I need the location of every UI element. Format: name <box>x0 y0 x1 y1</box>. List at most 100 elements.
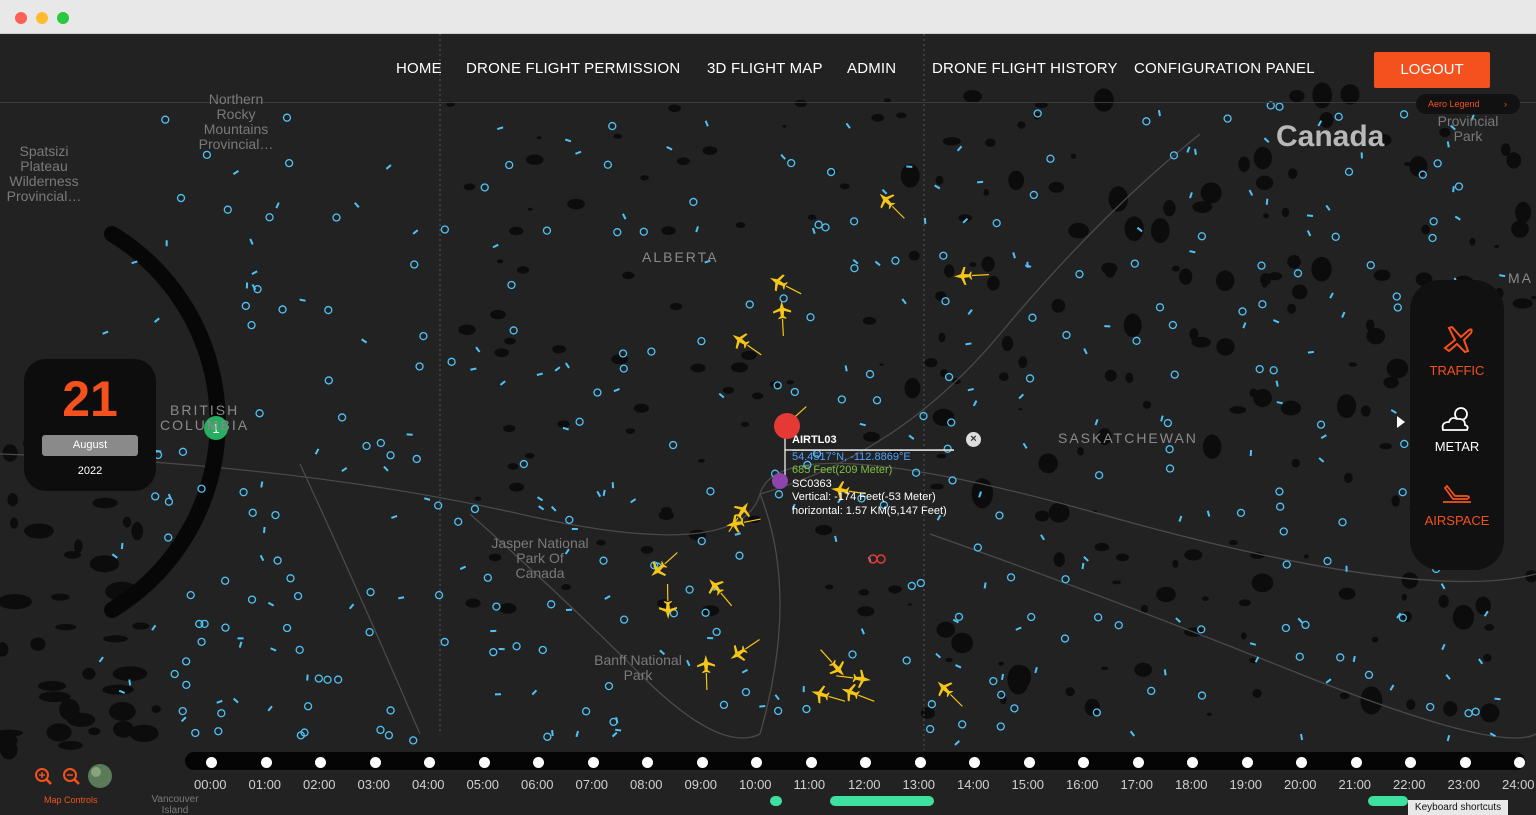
timeline-tick[interactable] <box>1132 757 1144 768</box>
aero-legend-toggle[interactable]: Aero Legend › <box>1416 94 1520 114</box>
region-british: BRITISH <box>170 402 240 418</box>
timeline-hour-label: 05:00 <box>466 777 500 792</box>
timeline-tick[interactable] <box>805 757 817 768</box>
timeline-hour-label: 12:00 <box>848 777 881 792</box>
layer-panel: TRAFFIC METAR AIRSPACE <box>1410 280 1504 570</box>
nav-home[interactable]: HOME <box>396 60 442 77</box>
timeline-hour-label: 17:00 <box>1120 777 1154 792</box>
timeline-tick[interactable] <box>642 757 653 768</box>
place-provincial-park: Provincial Park <box>1437 113 1499 144</box>
aircraft-icon[interactable] <box>773 301 793 337</box>
timeline-hour-label: 14:00 <box>957 777 990 792</box>
panel-toggle-icon[interactable] <box>1397 416 1405 428</box>
timeline-hour-label: 15:00 <box>1011 777 1045 792</box>
aircraft-icon[interactable] <box>931 675 968 712</box>
close-icon[interactable]: × <box>966 432 981 447</box>
date-year: 2022 <box>77 465 103 477</box>
traffic-layer-button[interactable]: TRAFFIC <box>1410 318 1504 378</box>
chevron-right-icon: › <box>1504 99 1507 109</box>
aircraft-icon[interactable] <box>873 187 910 224</box>
logout-button[interactable]: LOGOUT <box>1374 52 1490 88</box>
aircraft-icon[interactable] <box>838 680 877 709</box>
timeline-tick[interactable] <box>969 757 980 768</box>
airspace-layer-button[interactable]: AIRSPACE <box>1410 476 1504 528</box>
drone-marker[interactable] <box>772 473 788 489</box>
timeline-hour-label: 10:00 <box>739 777 772 792</box>
top-navigation: HOME DRONE FLIGHT PERMISSION 3D FLIGHT M… <box>0 60 1536 80</box>
timeline-tick[interactable] <box>1405 757 1416 768</box>
aircraft-icon[interactable] <box>697 655 716 691</box>
timeline-tick[interactable] <box>1514 757 1525 768</box>
timeline-tick[interactable] <box>914 757 926 768</box>
time-slider[interactable]: 00:00 01:00 02:00 03:00 04:00 05:00 06:00 07:00… <box>0 750 1536 815</box>
nav-configuration-panel[interactable]: CONFIGURATION PANEL <box>1134 60 1315 77</box>
nav-drone-flight-history[interactable]: DRONE FLIGHT HISTORY <box>932 60 1118 77</box>
minimize-window-icon[interactable] <box>36 12 48 24</box>
region-saskatchewan: SASKATCHEWAN <box>1058 430 1198 446</box>
timeline-hour-label: 09:00 <box>684 777 718 792</box>
country-label: Canada <box>1276 120 1385 153</box>
timeline-tick[interactable] <box>1078 757 1089 768</box>
nav-3d-flight-map[interactable]: 3D FLIGHT MAP <box>707 60 823 77</box>
keyboard-shortcuts-link[interactable]: Keyboard shortcuts <box>1408 800 1508 815</box>
timeline-hour-label: 04:00 <box>412 777 445 792</box>
timeline-tick[interactable] <box>1187 757 1198 768</box>
timeline-hour-label: 01:00 <box>248 777 282 792</box>
timeline-active-range <box>1368 796 1408 806</box>
timeline-tick[interactable] <box>1459 757 1471 768</box>
flight-map[interactable]: 1 HOME DRONE FLIGHT PERMISSION 3D FLIGHT… <box>0 34 1536 815</box>
aero-legend-label: Aero Legend <box>1428 99 1480 109</box>
aircraft-icon[interactable] <box>766 270 805 302</box>
timeline-hour-label: 19:00 <box>1229 777 1263 792</box>
aircraft-icon[interactable] <box>814 644 851 682</box>
timeline-tick[interactable] <box>533 757 544 768</box>
popup-vertical: Vertical: -174 Feet(-53 Meter) <box>792 491 936 503</box>
timeline-hour-label: 06:00 <box>521 777 554 792</box>
timeline-active-range <box>830 796 934 806</box>
timeline-tick[interactable] <box>206 757 217 768</box>
close-window-icon[interactable] <box>15 12 27 24</box>
timeline-tick[interactable] <box>315 757 326 768</box>
aircraft-icon[interactable] <box>809 683 848 710</box>
place-banff: Banff National Park <box>594 652 682 683</box>
place-northern-rocky: Northern Rocky Mountains Provincial… <box>198 91 274 152</box>
region-manitoba: MA <box>1508 270 1533 286</box>
airspace-icon <box>1443 484 1471 503</box>
timeline-tick[interactable] <box>1023 757 1035 768</box>
timeline-tick[interactable] <box>1241 757 1253 768</box>
timeline-hour-label: 07:00 <box>575 777 609 792</box>
metar-layer-button[interactable]: METAR <box>1410 402 1504 454</box>
timeline-tick[interactable] <box>478 757 490 768</box>
popup-horizontal: horizontal: 1.57 KM(5,147 Feet) <box>792 504 947 517</box>
app-window: 1 HOME DRONE FLIGHT PERMISSION 3D FLIGHT… <box>0 0 1536 815</box>
metar-label: METAR <box>1434 439 1480 454</box>
region-columbia: COLUMBIA <box>160 417 250 433</box>
timeline-active-marker <box>770 796 782 806</box>
timeline-tick[interactable] <box>751 757 762 768</box>
maximize-window-icon[interactable] <box>57 12 69 24</box>
nav-drone-flight-permission[interactable]: DRONE FLIGHT PERMISSION <box>466 60 680 77</box>
timeline-hour-label: 02:00 <box>303 777 336 792</box>
timeline-hour-label: 20:00 <box>1284 777 1317 792</box>
timeline-tick[interactable] <box>1296 757 1307 768</box>
timeline-hour-label: 18:00 <box>1175 777 1208 792</box>
browser-titlebar <box>0 0 1536 34</box>
nav-admin[interactable]: ADMIN <box>847 60 896 77</box>
timeline-track[interactable] <box>185 752 1525 770</box>
timeline-tick[interactable] <box>424 757 435 768</box>
timeline-hour-label: 22:00 <box>1393 777 1426 792</box>
airspace-label: AIRSPACE <box>1424 513 1490 528</box>
timeline-tick[interactable] <box>369 757 381 768</box>
timeline-tick[interactable] <box>860 757 871 768</box>
aircraft-icon[interactable] <box>726 632 765 666</box>
popup-drone-id: SC0363 <box>792 477 832 490</box>
timeline-tick[interactable] <box>1350 757 1362 768</box>
timeline-tick[interactable] <box>260 757 272 768</box>
timeline-tick[interactable] <box>696 757 708 768</box>
timeline-tick[interactable] <box>587 757 599 768</box>
drone-info-popup: AIRTL03 × 54.4517°N, -112.8869°E 685 Fee… <box>792 432 982 518</box>
traffic-label: TRAFFIC <box>1429 363 1485 378</box>
popup-coordinates: 54.4517°N, -112.8869°E <box>792 450 911 463</box>
place-jasper: Jasper National Park Of Canada <box>491 535 589 581</box>
date-card[interactable]: 21 August 2022 <box>24 359 156 491</box>
